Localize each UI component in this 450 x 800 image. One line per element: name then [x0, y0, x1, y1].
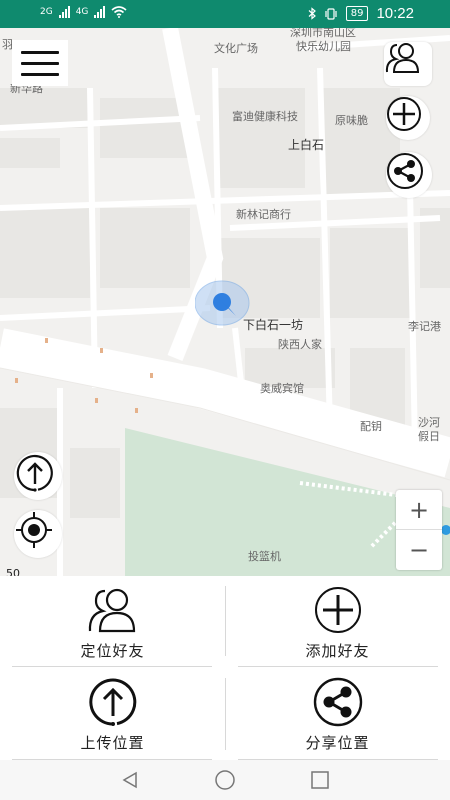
- divider: [225, 678, 226, 750]
- add-friend-label: 添加好友: [305, 642, 370, 660]
- map-label: 文化广场: [214, 42, 258, 55]
- recents-button[interactable]: [310, 770, 330, 790]
- home-circle-icon: [215, 770, 235, 790]
- locate-friend-button[interactable]: 定位好友: [0, 576, 225, 668]
- zoom-in-button[interactable]: +: [396, 490, 442, 530]
- recents-square-icon: [311, 771, 329, 789]
- signal-bars-icon: [58, 6, 70, 18]
- map-view[interactable]: 羽 文化广场 深圳市南山区 快乐幼儿园 新华路 富迪健康科技 原味脆 上白石 新…: [0, 28, 450, 576]
- add-friend-button[interactable]: 添加好友: [225, 576, 450, 668]
- signal-bars-icon: [94, 6, 106, 18]
- status-time: 10:22: [376, 5, 414, 22]
- divider: [12, 666, 212, 667]
- upload-location-button[interactable]: 上传位置: [0, 668, 225, 760]
- map-label: 陕西人家: [278, 338, 322, 351]
- locate-friend-label: 定位好友: [80, 642, 145, 660]
- map-label: 上白石: [288, 138, 325, 152]
- map-label: 奥威宾馆: [260, 382, 304, 395]
- map-label: 李记港: [408, 320, 441, 333]
- users-icon: [88, 588, 135, 633]
- map-scale-label: 50: [6, 567, 20, 576]
- divider: [225, 586, 226, 656]
- home-button[interactable]: [214, 769, 236, 791]
- map-label: 富迪健康科技: [232, 110, 298, 123]
- signal-indicators: 2G 4G: [40, 6, 127, 18]
- signal-4g-label: 4G: [75, 7, 89, 17]
- share-icon: [313, 677, 362, 727]
- upload-arrow-icon: [16, 454, 53, 492]
- back-button[interactable]: [120, 770, 140, 790]
- upload-arrow-icon: [88, 678, 136, 726]
- share-location-label: 分享位置: [305, 734, 370, 752]
- map-label: 配钥: [360, 420, 382, 433]
- menu-bar-icon: [21, 61, 59, 65]
- zoom-control: + −: [396, 490, 442, 570]
- target-icon: [16, 512, 52, 548]
- app-root: 2G 4G 89 10:22 羽 文化广场 深圳市南山区 快乐幼儿园 新华路 富…: [0, 0, 450, 800]
- signal-2g-label: 2G: [40, 7, 53, 17]
- map-label: 投篮机: [248, 550, 281, 563]
- plus-circle-icon: [314, 587, 361, 633]
- add-button[interactable]: [386, 96, 430, 140]
- map-label: 快乐幼儿园: [296, 40, 351, 53]
- plus-circle-icon: [387, 97, 421, 131]
- menu-button[interactable]: [12, 40, 68, 86]
- status-bar: 2G 4G 89 10:22: [0, 0, 450, 28]
- action-grid: 定位好友 添加好友 上传位置 分享位置: [0, 576, 450, 760]
- system-nav-bar: [0, 760, 450, 800]
- map-label: 原味脆: [335, 114, 368, 127]
- locate-me-button[interactable]: [14, 510, 62, 558]
- menu-bar-icon: [21, 72, 59, 76]
- map-label: 新林记商行: [236, 208, 291, 221]
- battery-indicator: 89: [345, 6, 369, 21]
- zoom-out-button[interactable]: −: [396, 530, 442, 570]
- share-location-button[interactable]: 分享位置: [225, 668, 450, 760]
- map-label: 下白石一坊: [243, 318, 304, 332]
- upload-location-map-button[interactable]: [14, 452, 62, 500]
- share-icon: [387, 153, 423, 189]
- menu-bar-icon: [21, 50, 59, 54]
- map-label: 假日: [418, 430, 440, 443]
- wifi-icon: [111, 6, 127, 18]
- status-right: 89 10:22: [308, 5, 414, 22]
- users-icon: [385, 43, 420, 73]
- bluetooth-icon: [308, 7, 316, 20]
- back-triangle-icon: [122, 771, 137, 789]
- divider: [238, 666, 438, 667]
- vibrate-icon: [325, 7, 337, 20]
- share-button[interactable]: [386, 152, 432, 198]
- friends-button[interactable]: [384, 42, 432, 86]
- upload-location-label: 上传位置: [80, 734, 145, 752]
